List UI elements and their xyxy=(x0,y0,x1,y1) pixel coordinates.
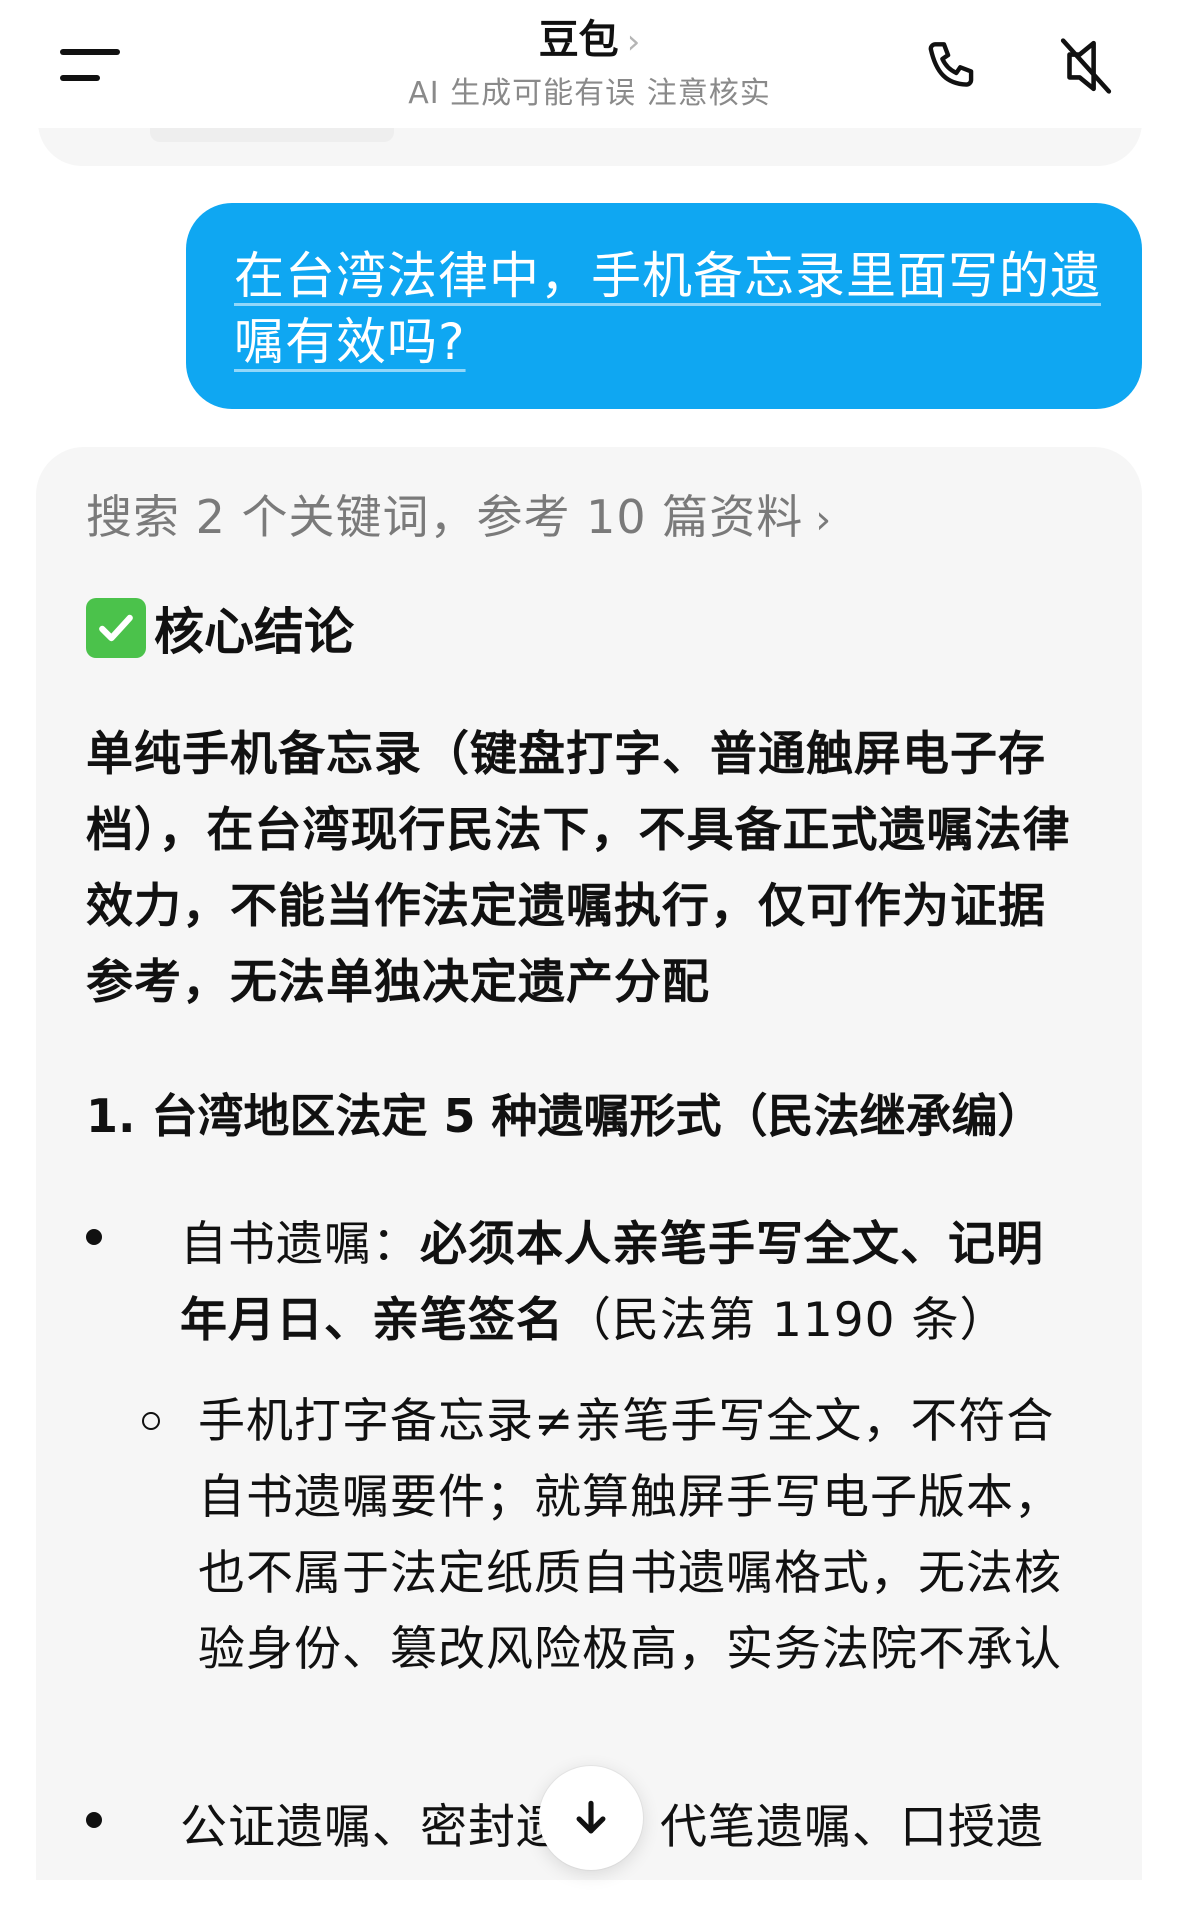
bullet-dot xyxy=(86,1812,102,1828)
scroll-to-bottom-button[interactable] xyxy=(539,1766,643,1870)
search-summary: 搜索 2 个关键词，参考 10 篇资料 xyxy=(86,490,804,544)
check-mark-icon xyxy=(86,598,146,658)
core-conclusion-heading: 核心结论 xyxy=(86,595,354,661)
bullet-label: 自书遗嘱： xyxy=(180,1217,420,1272)
sub-bullet-circle xyxy=(142,1412,160,1430)
chat-title-area[interactable]: 豆包 › AI 生成可能有误 注意核实 xyxy=(0,14,1179,114)
user-message-bubble[interactable]: 在台湾法律中，手机备忘录里面写的遗 嘱有效吗? xyxy=(186,203,1142,409)
bullet-citation: （民法第 1190 条） xyxy=(564,1293,1008,1348)
bullet-dot xyxy=(86,1229,102,1245)
user-message-line2: 嘱有效吗? xyxy=(234,313,466,371)
arrow-down-icon xyxy=(576,1800,606,1834)
bot-name[interactable]: 豆包 xyxy=(539,17,619,63)
section-heading: 1. 台湾地区法定 5 种遗嘱形式（民法继承编） xyxy=(86,1089,1044,1143)
chevron-right-icon: › xyxy=(815,497,833,543)
ai-disclaimer: AI 生成可能有误 注意核实 xyxy=(408,76,771,111)
bottom-edge xyxy=(0,1880,1179,1917)
core-conclusion-title: 核心结论 xyxy=(154,603,354,661)
phone-icon[interactable] xyxy=(922,36,984,98)
core-conclusion-paragraph: 单纯手机备忘录（键盘打字、普通触屏电子存档），在台湾现行民法下，不具备正式遗嘱法… xyxy=(86,727,1071,1010)
top-bar: 豆包 › AI 生成可能有误 注意核实 xyxy=(0,0,1179,128)
user-message-line1: 在台湾法律中，手机备忘录里面写的遗 xyxy=(234,247,1101,305)
speaker-mute-icon[interactable] xyxy=(1055,33,1117,99)
title-chevron-icon: › xyxy=(626,22,641,62)
search-references-link[interactable]: 搜索 2 个关键词，参考 10 篇资料 › xyxy=(86,487,832,550)
assistant-message-card: 搜索 2 个关键词，参考 10 篇资料 › 核心结论 单纯手机备忘录（键盘打字、普… xyxy=(36,447,1142,1917)
sub-bullet-text: 手机打字备忘录≠亲笔手写全文，不符合自书遗嘱要件；就算触屏手写电子版本，也不属于… xyxy=(198,1394,1062,1677)
